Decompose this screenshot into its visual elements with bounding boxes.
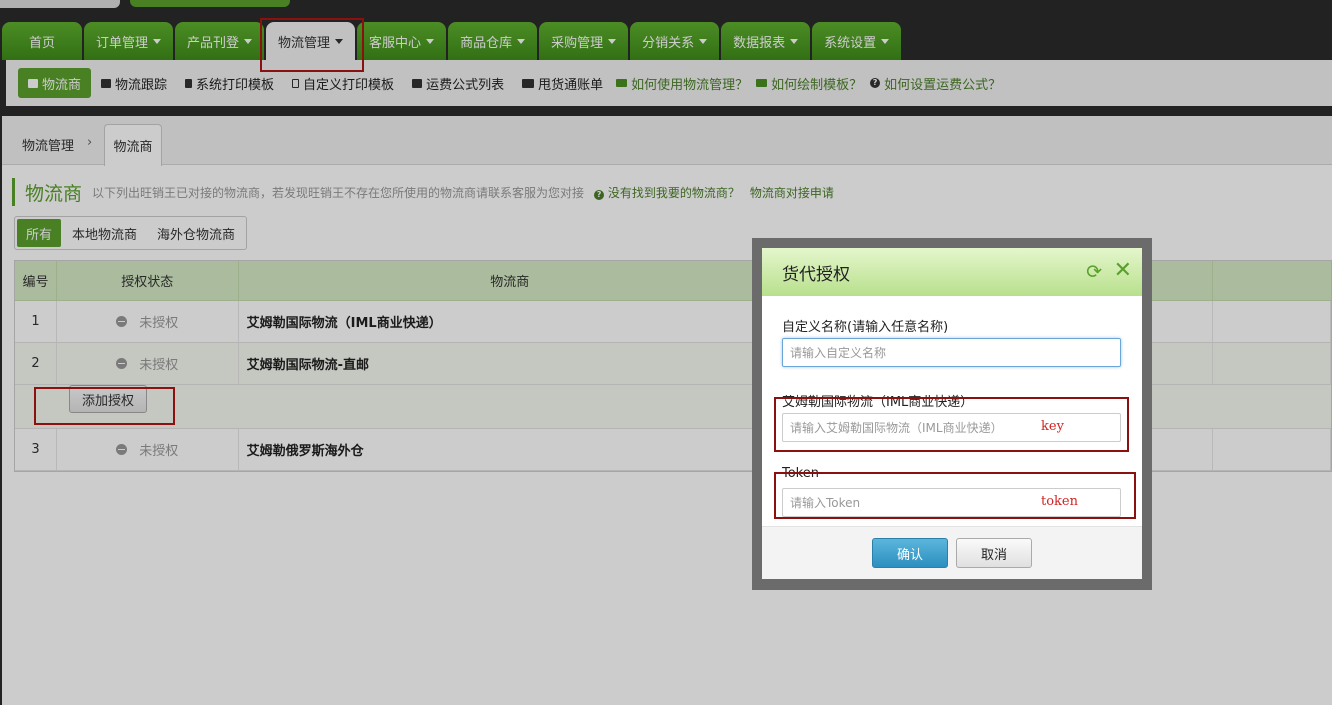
dialog-header: 货代授权 ⟳ ✕ [762,248,1142,296]
input-placeholder: 请输入艾姆勒国际物流（IML商业快递） [790,421,1003,435]
field-key: 艾姆勒国际物流（IML商业快递） 请输入艾姆勒国际物流（IML商业快递） key [782,391,1122,442]
authorization-dialog: 货代授权 ⟳ ✕ 自定义名称(请输入任意名称) 请输入自定义名称 艾姆勒国际物流… [762,248,1142,579]
cancel-button[interactable]: 取消 [956,538,1032,568]
custom-name-input[interactable]: 请输入自定义名称 [782,338,1121,367]
dialog-footer: 确认 取消 [762,526,1142,579]
field-token: Token 请输入Token token [782,466,1122,517]
dialog-title: 货代授权 [782,264,850,285]
close-icon[interactable]: ✕ [1114,260,1132,282]
field-custom-name: 自定义名称(请输入任意名称) 请输入自定义名称 [782,316,1122,367]
refresh-icon[interactable]: ⟳ [1086,262,1102,282]
token-annotation: token [1041,494,1078,509]
dialog-body: 自定义名称(请输入任意名称) 请输入自定义名称 艾姆勒国际物流（IML商业快递）… [762,296,1142,517]
key-input[interactable]: 请输入艾姆勒国际物流（IML商业快递） key [782,413,1121,442]
authorization-dialog-frame: 货代授权 ⟳ ✕ 自定义名称(请输入任意名称) 请输入自定义名称 艾姆勒国际物流… [752,238,1152,590]
token-input[interactable]: 请输入Token token [782,488,1121,517]
field-label: 自定义名称(请输入任意名称) [782,320,949,335]
key-annotation: key [1041,419,1064,434]
field-label: 艾姆勒国际物流（IML商业快递） [782,395,974,410]
field-label: Token [782,466,819,481]
confirm-button[interactable]: 确认 [872,538,948,568]
input-placeholder: 请输入自定义名称 [790,346,887,360]
input-placeholder: 请输入Token [790,496,861,510]
